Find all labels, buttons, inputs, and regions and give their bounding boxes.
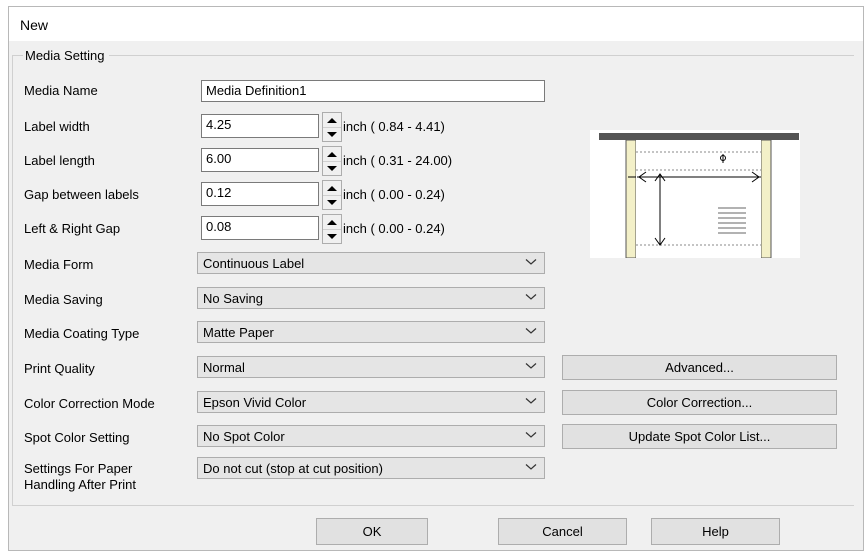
update-spot-color-list-button[interactable]: Update Spot Color List... (562, 424, 837, 449)
triangle-down-icon (327, 199, 337, 205)
media-name-input[interactable]: Media Definition1 (201, 80, 545, 102)
media-saving-label: Media Saving (24, 292, 103, 307)
left-right-gap-range: inch ( 0.00 - 0.24) (343, 221, 445, 236)
chevron-down-icon (525, 398, 537, 404)
left-right-gap-input[interactable]: 0.08 (201, 216, 319, 240)
advanced-button[interactable]: Advanced... (562, 355, 837, 380)
triangle-up-icon (327, 219, 337, 225)
left-right-gap-spinner[interactable] (322, 214, 342, 244)
print-quality-select[interactable]: Normal (197, 356, 545, 378)
media-coating-type-label: Media Coating Type (24, 326, 140, 341)
media-preview-diagram (590, 130, 800, 258)
spot-color-setting-value: No Spot Color (203, 429, 285, 444)
cancel-button[interactable]: Cancel (498, 518, 627, 545)
chevron-down-icon (525, 259, 537, 265)
triangle-up-icon (327, 117, 337, 123)
spinner-up-button[interactable] (323, 147, 341, 162)
media-saving-value: No Saving (203, 291, 263, 306)
media-setting-legend: Media Setting (23, 48, 109, 63)
triangle-down-icon (327, 131, 337, 137)
spinner-down-button[interactable] (323, 195, 341, 209)
media-form-select[interactable]: Continuous Label (197, 252, 545, 274)
chevron-down-icon (525, 328, 537, 334)
media-saving-select[interactable]: No Saving (197, 287, 545, 309)
spinner-up-button[interactable] (323, 215, 341, 230)
spinner-down-button[interactable] (323, 127, 341, 141)
gap-between-labels-spinner[interactable] (322, 180, 342, 210)
paper-handling-label-line1: Settings For Paper (24, 461, 133, 476)
color-correction-mode-label: Color Correction Mode (24, 396, 155, 411)
label-width-label: Label width (24, 119, 90, 134)
triangle-up-icon (327, 185, 337, 191)
label-width-range: inch ( 0.84 - 4.41) (343, 119, 445, 134)
triangle-up-icon (327, 151, 337, 157)
chevron-down-icon (525, 294, 537, 300)
label-length-input[interactable]: 6.00 (201, 148, 319, 172)
spot-color-setting-select[interactable]: No Spot Color (197, 425, 545, 447)
title-bar: New (9, 7, 863, 41)
color-correction-mode-value: Epson Vivid Color (203, 395, 307, 410)
left-right-gap-label: Left & Right Gap (24, 221, 121, 236)
label-length-label: Label length (24, 153, 95, 168)
gap-between-labels-input[interactable]: 0.12 (201, 182, 319, 206)
label-width-spinner[interactable] (322, 112, 342, 142)
print-quality-label: Print Quality (24, 361, 95, 376)
label-width-input[interactable]: 4.25 (201, 114, 319, 138)
spinner-down-button[interactable] (323, 161, 341, 175)
label-length-range: inch ( 0.31 - 24.00) (343, 153, 453, 168)
print-quality-value: Normal (203, 360, 245, 375)
media-form-label: Media Form (24, 257, 94, 272)
ok-button[interactable]: OK (316, 518, 428, 545)
color-correction-mode-select[interactable]: Epson Vivid Color (197, 391, 545, 413)
chevron-down-icon (525, 363, 537, 369)
paper-handling-value: Do not cut (stop at cut position) (203, 461, 383, 476)
dialog-title: New (20, 17, 49, 33)
label-length-spinner[interactable] (322, 146, 342, 176)
paper-handling-select[interactable]: Do not cut (stop at cut position) (197, 457, 545, 479)
triangle-down-icon (327, 165, 337, 171)
gap-between-labels-range: inch ( 0.00 - 0.24) (343, 187, 445, 202)
media-coating-type-select[interactable]: Matte Paper (197, 321, 545, 343)
spinner-up-button[interactable] (323, 113, 341, 128)
chevron-down-icon (525, 432, 537, 438)
help-button[interactable]: Help (651, 518, 780, 545)
media-name-label: Media Name (24, 83, 98, 98)
media-coating-type-value: Matte Paper (203, 325, 274, 340)
gap-between-labels-label: Gap between labels (24, 187, 139, 202)
chevron-down-icon (525, 464, 537, 470)
spinner-down-button[interactable] (323, 229, 341, 243)
spot-color-setting-label: Spot Color Setting (24, 430, 130, 445)
paper-handling-label-line2: Handling After Print (24, 477, 137, 492)
spinner-up-button[interactable] (323, 181, 341, 196)
triangle-down-icon (327, 233, 337, 239)
media-form-value: Continuous Label (203, 256, 305, 271)
color-correction-button[interactable]: Color Correction... (562, 390, 837, 415)
